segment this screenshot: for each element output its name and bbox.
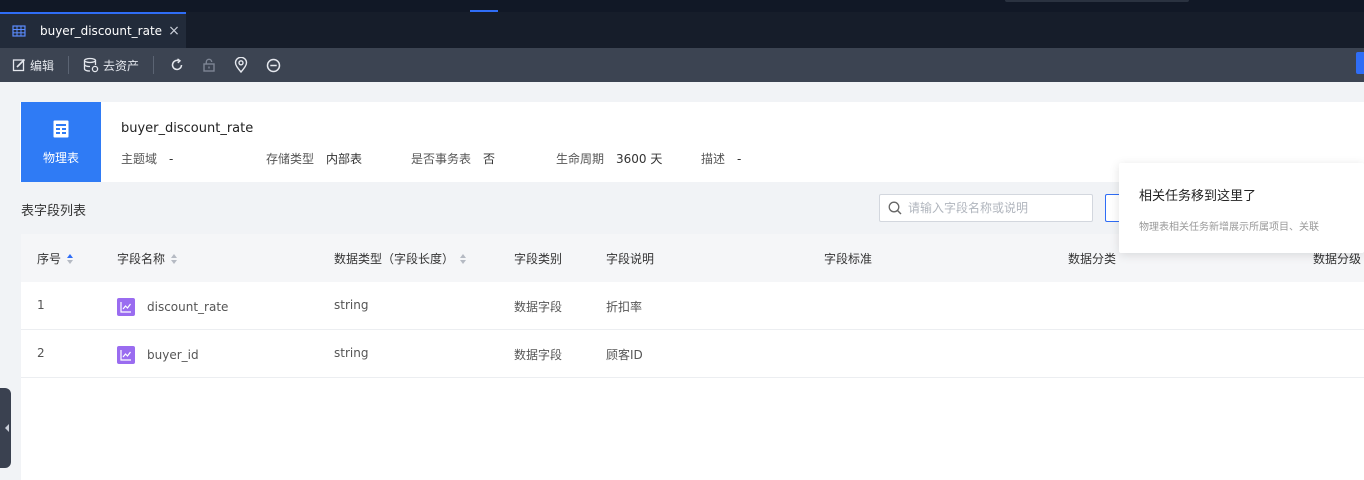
metric-chart-icon <box>117 346 135 364</box>
go-to-asset-label: 去资产 <box>103 58 140 73</box>
meta-storage-type: 存储类型 内部表 <box>266 152 363 166</box>
sort-icon[interactable] <box>171 253 178 264</box>
meta-is-transactional: 是否事务表否 <box>411 152 496 166</box>
close-icon[interactable]: × <box>162 23 186 39</box>
tab-title: buyer_discount_rate <box>39 24 163 38</box>
cell-field-description: 折扣率 <box>606 300 643 314</box>
cell-index: 2 <box>37 346 45 360</box>
col-data-classification: 数据分类 <box>1068 252 1117 266</box>
toolbar-right-button[interactable] <box>1356 52 1364 74</box>
popover-description: 物理表相关任务新增展示所属项目、关联 <box>1139 222 1319 233</box>
refresh-icon[interactable] <box>168 56 186 74</box>
toolbar-divider <box>153 56 155 74</box>
search-icon <box>888 201 902 215</box>
meta-subject-domain: 主题域 - <box>121 152 174 166</box>
table-row[interactable]: 2 buyer_id string 数据字段 顾客ID <box>21 330 1364 378</box>
search-input[interactable] <box>908 201 1092 215</box>
cell-data-type: string <box>334 298 369 312</box>
table-name: buyer_discount_rate <box>121 121 254 136</box>
sidebar-collapse-handle[interactable] <box>0 388 11 468</box>
sort-icon[interactable] <box>460 253 467 264</box>
popover-title: 相关任务移到这里了 <box>1139 189 1257 204</box>
lock-icon[interactable] <box>200 56 218 74</box>
cell-field-description: 顾客ID <box>606 348 643 362</box>
col-field-category: 字段类别 <box>514 252 563 266</box>
tasks-moved-popover[interactable]: 相关任务移到这里了 物理表相关任务新增展示所属项目、关联 <box>1119 163 1364 253</box>
col-field-standard: 字段标准 <box>824 252 873 266</box>
fields-table: 序号 字段名称 数据类型（字段长度） 字段类别 字段说明 字段标准 数据分类 数… <box>21 234 1364 480</box>
cell-index: 1 <box>37 298 45 312</box>
top-bar <box>0 0 1364 12</box>
go-to-asset-button[interactable]: 去资产 <box>83 57 139 74</box>
edit-button[interactable]: 编辑 <box>12 57 54 74</box>
meta-lifecycle: 生命周期 3600 天 <box>556 152 663 166</box>
table-type-label: 物理表 <box>42 150 79 165</box>
sort-icon[interactable] <box>67 253 74 264</box>
field-search[interactable] <box>879 194 1093 222</box>
cell-field-name: discount_rate <box>117 298 228 316</box>
chevron-left-icon <box>4 424 9 432</box>
metric-chart-icon <box>117 298 135 316</box>
edit-label: 编辑 <box>30 58 55 73</box>
toolbar-divider <box>68 56 70 74</box>
cell-data-type: string <box>334 346 369 360</box>
col-field-name[interactable]: 字段名称 <box>117 250 178 267</box>
top-pill <box>1005 0 1189 2</box>
table-row[interactable]: 1 discount_rate string 数据字段 折扣率 <box>21 282 1364 330</box>
database-icon <box>83 57 99 73</box>
cell-field-category: 数据字段 <box>514 348 563 362</box>
field-list-title: 表字段列表 <box>21 204 87 219</box>
minus-circle-icon[interactable] <box>264 56 282 74</box>
table-grid-icon <box>12 25 26 37</box>
col-index[interactable]: 序号 <box>37 250 74 267</box>
cell-field-category: 数据字段 <box>514 300 563 314</box>
table-document-icon <box>53 120 69 137</box>
meta-description: 描述 - <box>701 152 742 166</box>
tab-buyer-discount-rate[interactable]: buyer_discount_rate × <box>0 12 186 48</box>
toolbar: 编辑 去资产 <box>0 48 1364 82</box>
edit-icon <box>12 58 26 72</box>
tab-bar: buyer_discount_rate × <box>0 12 1364 48</box>
cell-field-name: buyer_id <box>117 346 199 364</box>
location-pin-icon[interactable] <box>232 56 250 74</box>
col-data-type[interactable]: 数据类型（字段长度） <box>334 250 467 267</box>
table-type-badge: 物理表 <box>21 102 101 182</box>
col-field-description: 字段说明 <box>606 252 655 266</box>
